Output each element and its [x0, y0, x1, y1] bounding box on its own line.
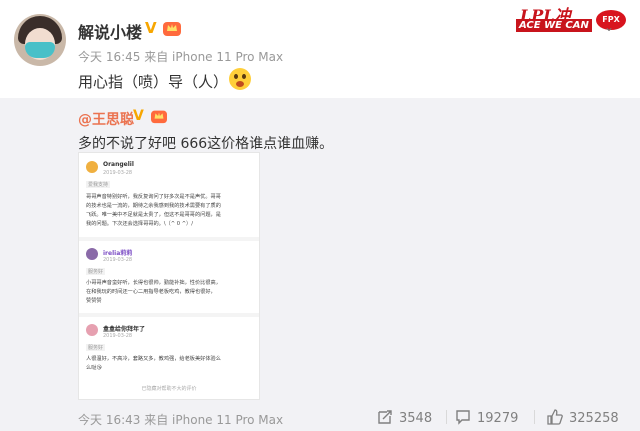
- reviewer-avatar: [86, 161, 98, 173]
- divider: [446, 410, 447, 424]
- reviewer-name: 盒盒给你拜年了: [103, 326, 146, 333]
- banner-slogan: ACE WE CAN: [516, 19, 592, 32]
- review-card: irelia莉莉 2019-03-28 服务好 小哥哥声音蛮好听，长得也很帅，勤…: [79, 241, 259, 313]
- repost-content: 多的不说了好吧 666这价格谁点谁血赚。: [78, 136, 334, 152]
- review-date: 2019-03-28: [103, 333, 133, 339]
- like-button[interactable]: 325258: [547, 409, 619, 426]
- post-time[interactable]: 今天 16:45: [78, 50, 140, 64]
- chevron-down-icon[interactable]: ⌄: [604, 20, 614, 34]
- divider: [534, 410, 535, 424]
- review-line: 的技术也是一流的，期待之余我感到我的技术需要有了质的: [86, 203, 221, 209]
- like-icon: [547, 409, 563, 425]
- review-tag: 服务好: [86, 344, 106, 351]
- review-line: 么哒😘: [86, 365, 102, 371]
- reviewer-name: irelia莉莉: [103, 250, 133, 257]
- reviewer-avatar: [86, 324, 98, 336]
- review-line: 哥哥声音特别好听，我反复询问了好多次是不是声优。哥哥: [86, 194, 221, 200]
- review-line: 小哥哥声音蛮好听，长得也很帅，勤能补拙，性价比很高，: [86, 280, 221, 286]
- repost-count: 3548: [399, 411, 433, 426]
- comment-count: 19279: [477, 411, 519, 426]
- comment-icon: [456, 410, 470, 425]
- review-tag: 服务好: [86, 268, 106, 275]
- comment-button[interactable]: 19279: [455, 409, 518, 426]
- verified-badge: V: [145, 19, 157, 37]
- post-meta: 今天 16:45 来自 iPhone 11 Pro Max: [78, 48, 283, 65]
- crown-icon: [163, 22, 181, 36]
- review-line: 赞赞赞: [86, 298, 102, 304]
- post-source: 来自 iPhone 11 Pro Max: [144, 50, 284, 64]
- review-date: 2019-03-28: [103, 257, 133, 263]
- repost-time[interactable]: 今天 16:43: [78, 413, 140, 427]
- weibo-post: 解说小楼 V 今天 16:45 来自 iPhone 11 Pro Max 用心指…: [0, 0, 640, 100]
- review-tag: 爱我支持: [86, 181, 111, 188]
- surprised-emoji-icon: [229, 68, 251, 90]
- review-line: 在和我玩的时间还一心二用指导老板吃鸡，教得也很好，: [86, 289, 216, 295]
- hidden-reviews-note: 已隐藏对帮助不大的评价: [141, 386, 197, 392]
- reviewer-avatar: [86, 248, 98, 260]
- reviewer-name: Orangelil: [103, 161, 134, 168]
- review-line: 飞跃。唯一美中不足就是太贵了，但这不是哥哥的问题，是: [86, 212, 221, 218]
- repost-author[interactable]: @王思聪: [78, 109, 134, 129]
- post-content: 用心指（喷）导（人）: [78, 73, 229, 91]
- review-line: 我的问题。下次还会选择哥哥的。\（^ 0 ^）/: [86, 221, 193, 227]
- review-date: 2019-03-28: [103, 170, 133, 176]
- repost-meta: 今天 16:43 来自 iPhone 11 Pro Max: [78, 411, 283, 428]
- avatar[interactable]: [14, 14, 66, 66]
- like-count: 325258: [569, 411, 619, 426]
- repost-verified-badge: V: [133, 108, 144, 124]
- repost-icon: [378, 410, 392, 424]
- repost-source: 来自 iPhone 11 Pro Max: [144, 413, 284, 427]
- author-name[interactable]: 解说小楼: [78, 19, 142, 43]
- crown-icon: [151, 110, 167, 124]
- review-line: 人很温好，不高冷，套路又多，教鸡强，给老板美好体验么: [86, 356, 221, 362]
- review-card: 盒盒给你拜年了 2019-03-28 服务好 人很温好，不高冷，套路又多，教鸡强…: [79, 317, 259, 399]
- repost-button[interactable]: 3548: [377, 409, 432, 426]
- review-card: Orangelil 2019-03-28 爱我支持 哥哥声音特别好听，我反复询问…: [79, 153, 259, 237]
- review-screenshot[interactable]: Orangelil 2019-03-28 爱我支持 哥哥声音特别好听，我反复询问…: [78, 152, 260, 400]
